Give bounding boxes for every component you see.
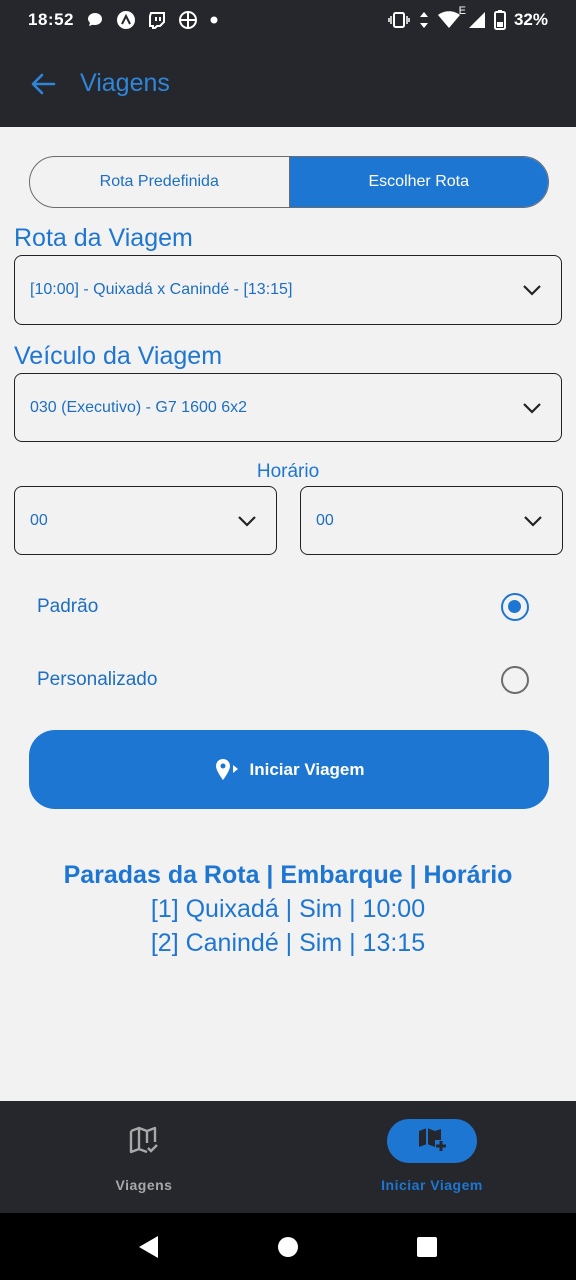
location-arrow-icon <box>215 758 238 780</box>
stops-header: Paradas da Rota | Embarque | Horário <box>63 861 513 889</box>
map-plus-icon <box>419 1128 446 1151</box>
vehicle-label: Veículo da Viagem <box>14 342 223 370</box>
map-check-icon <box>129 1126 158 1154</box>
vibrate-icon <box>388 11 410 29</box>
status-bar: 18:52 E 32% <box>0 0 576 40</box>
triangle-back-icon <box>139 1235 159 1258</box>
system-navigation <box>0 1213 576 1280</box>
page-title: Viagens <box>80 69 170 97</box>
nav-start-trip[interactable]: Iniciar Viagem <box>288 1101 576 1213</box>
nav-trips-label: Viagens <box>115 1177 173 1193</box>
route-stops: Paradas da Rota | Embarque | Horário [1]… <box>0 858 576 960</box>
radio-standard[interactable] <box>501 593 529 621</box>
circle-home-icon <box>277 1236 298 1257</box>
route-mode-segmented: Rota Predefinida Escolher Rota <box>29 156 549 208</box>
nav-trips[interactable]: Viagens <box>0 1101 288 1213</box>
system-back-button[interactable] <box>129 1227 169 1267</box>
status-time: 18:52 <box>28 10 74 29</box>
vehicle-dropdown[interactable]: 030 (Executivo) - G7 1600 6x2 <box>14 373 562 442</box>
option-standard[interactable]: Padrão <box>37 587 529 627</box>
tab-predefined-route[interactable]: Rota Predefinida <box>30 157 289 207</box>
hour-value: 00 <box>30 511 48 529</box>
chevron-down-icon <box>523 402 541 414</box>
battery-percent: 32% <box>513 10 548 29</box>
radio-custom[interactable] <box>501 666 529 694</box>
system-recents-button[interactable] <box>407 1227 447 1267</box>
stop-line: [2] Canindé | Sim | 13:15 <box>150 929 426 957</box>
route-label: Rota da Viagem <box>14 224 193 252</box>
minute-dropdown[interactable]: 00 <box>300 486 563 555</box>
vehicle-value: 030 (Executivo) - G7 1600 6x2 <box>30 398 248 416</box>
hour-dropdown[interactable]: 00 <box>14 486 277 555</box>
network-letter: E <box>458 5 466 17</box>
square-recents-icon <box>416 1236 437 1257</box>
dot-icon <box>210 16 218 24</box>
battery-icon <box>493 10 506 30</box>
chat-bubble-icon <box>86 11 104 29</box>
app-a-icon <box>116 10 136 30</box>
twitch-icon <box>148 11 166 29</box>
arrow-left-icon <box>31 73 56 94</box>
option-standard-label: Padrão <box>37 596 99 617</box>
time-label: Horário <box>256 461 320 482</box>
tab-choose-route[interactable]: Escolher Rota <box>288 157 548 207</box>
app-bar: Viagens <box>0 40 576 127</box>
bottom-navigation: Viagens Iniciar Viagem <box>0 1101 576 1213</box>
chevron-down-icon <box>238 515 256 527</box>
data-arrows-icon <box>418 11 430 29</box>
stop-line: [1] Quixadá | Sim | 10:00 <box>150 895 426 923</box>
route-value: [10:00] - Quixadá x Canindé - [13:15] <box>30 281 293 298</box>
start-trip-label: Iniciar Viagem <box>249 759 365 779</box>
system-home-button[interactable] <box>268 1227 308 1267</box>
back-button[interactable] <box>28 69 58 99</box>
option-custom[interactable]: Personalizado <box>37 660 529 700</box>
wifi-icon: E <box>437 5 466 29</box>
chevron-down-icon <box>523 285 541 296</box>
target-icon <box>178 10 198 30</box>
route-dropdown[interactable]: [10:00] - Quixadá x Canindé - [13:15] <box>14 255 562 325</box>
signal-icon <box>468 11 486 29</box>
nav-start-trip-label: Iniciar Viagem <box>381 1177 483 1193</box>
minute-value: 00 <box>316 511 334 529</box>
start-trip-button[interactable]: Iniciar Viagem <box>29 730 549 809</box>
chevron-down-icon <box>524 515 542 527</box>
option-custom-label: Personalizado <box>37 669 158 690</box>
